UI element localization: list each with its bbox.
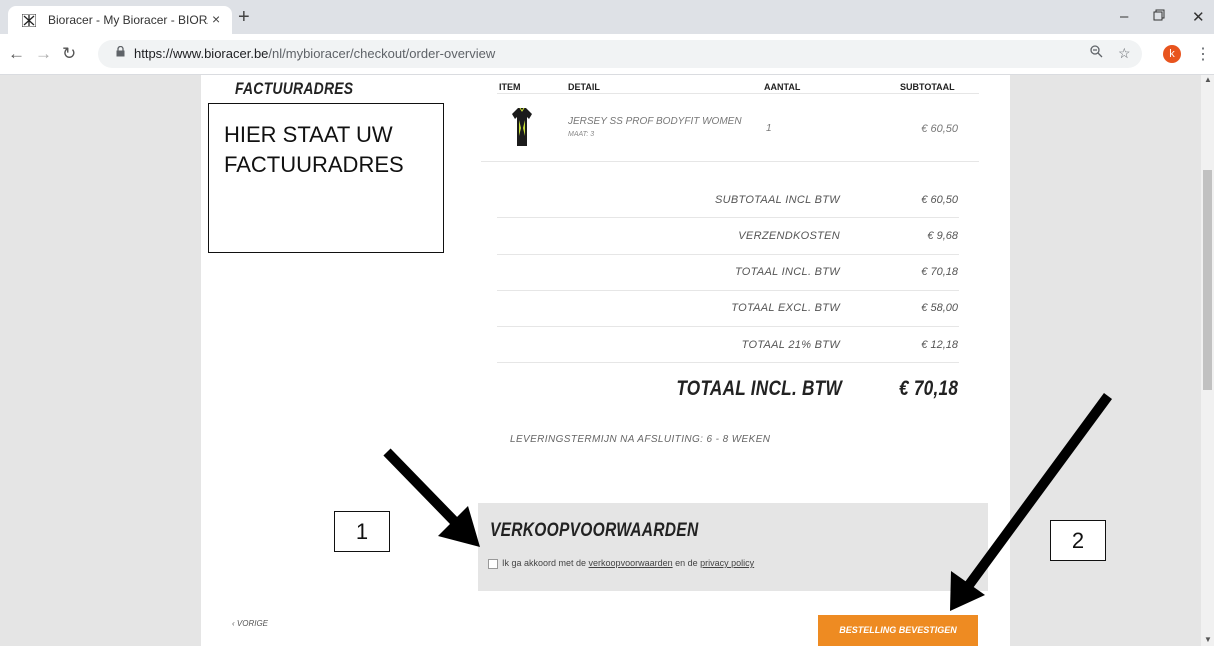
annotation-arrows: [383, 393, 1113, 611]
annotation-arrow-1: [383, 448, 480, 547]
annotation-arrow-2: [950, 393, 1113, 611]
